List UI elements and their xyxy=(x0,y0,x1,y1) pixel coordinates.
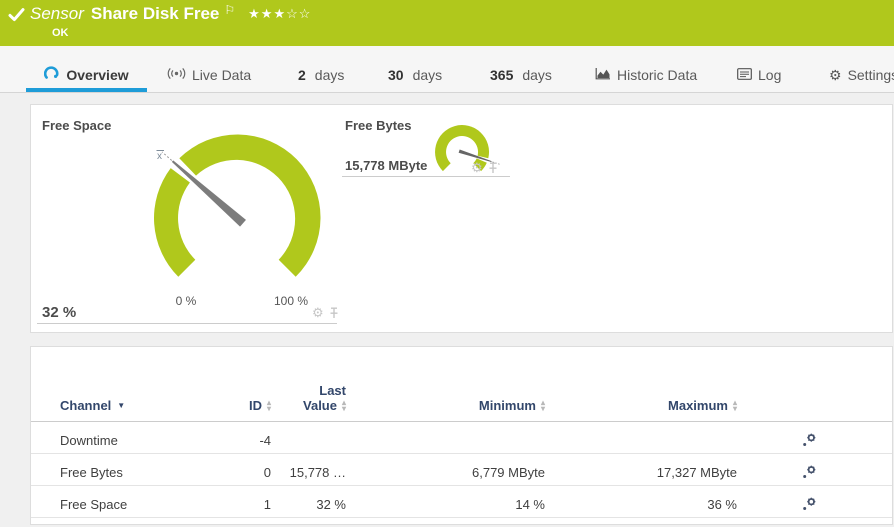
tab-live-data[interactable]: Live Data xyxy=(167,67,251,83)
channel-settings-icon[interactable] xyxy=(801,497,892,512)
priority-flag-icon[interactable]: ⚐ xyxy=(224,3,235,17)
channel-table-header: Channel ▼ ID▴▾ Last Value▴▾ Minimum▴▾ Ma… xyxy=(31,347,892,422)
sort-active-caret-icon: ▼ xyxy=(117,401,125,410)
sort-arrows-icon: ▴▾ xyxy=(342,400,346,412)
tile-gear-icon[interactable]: ⚙ xyxy=(312,306,324,319)
gauge-icon xyxy=(44,66,60,83)
tab-historic-data[interactable]: Historic Data xyxy=(595,67,697,83)
free-space-value: 32 % xyxy=(42,304,76,321)
channel-maximum: 36 % xyxy=(707,497,737,512)
column-header-minimum[interactable]: Minimum▴▾ xyxy=(479,398,545,413)
sort-arrows-icon: ▴▾ xyxy=(267,400,271,412)
channel-minimum: 14 % xyxy=(515,497,545,512)
column-header-id[interactable]: ID▴▾ xyxy=(249,398,271,413)
free-bytes-value: 15,778 MByte xyxy=(345,158,427,173)
channel-id: -4 xyxy=(259,433,271,448)
gauge-arc-segment xyxy=(179,134,320,276)
tab-historic-data-label: Historic Data xyxy=(617,67,697,83)
gauges-panel: Free Space x 0 % 100 % 32 % ⚙ Free Bytes… xyxy=(30,104,893,333)
stars-empty[interactable]: ☆☆ xyxy=(286,6,311,21)
tab-overview-label: Overview xyxy=(66,67,128,83)
object-type-label: Sensor xyxy=(30,4,84,24)
channel-last-value: 32 % xyxy=(316,497,346,512)
tab-365-days-number: 365 xyxy=(490,67,513,83)
channel-name: Downtime xyxy=(60,433,118,448)
tab-live-data-label: Live Data xyxy=(192,67,251,83)
live-broadcast-icon xyxy=(167,67,186,83)
stars-filled[interactable]: ★★★ xyxy=(248,6,286,21)
channel-last-value: 15,778 … xyxy=(290,465,346,480)
pin-icon[interactable] xyxy=(329,307,339,319)
channel-minimum: 6,779 MByte xyxy=(472,465,545,480)
sort-arrows-icon: ▴▾ xyxy=(541,400,545,412)
tab-log-label: Log xyxy=(758,67,781,83)
gauge-scale-min: 0 % xyxy=(156,294,216,308)
tab-365-days[interactable]: 365 days xyxy=(490,67,552,83)
area-chart-icon xyxy=(595,67,611,83)
tab-settings[interactable]: ⚙ Settings xyxy=(829,67,894,83)
channel-name: Free Space xyxy=(60,497,127,512)
tab-365-days-label: days xyxy=(522,67,552,83)
gear-icon: ⚙ xyxy=(829,68,842,82)
channel-name: Free Bytes xyxy=(60,465,123,480)
tab-30-days-number: 30 xyxy=(388,67,404,83)
tab-30-days[interactable]: 30 days xyxy=(388,67,442,83)
priority-stars[interactable]: ★★★☆☆ xyxy=(248,6,311,22)
column-header-last-value[interactable]: Last Value▴▾ xyxy=(303,383,346,413)
tab-2-days[interactable]: 2 days xyxy=(298,67,344,83)
channels-panel: Channel ▼ ID▴▾ Last Value▴▾ Minimum▴▾ Ma… xyxy=(30,346,893,525)
channel-settings-icon[interactable] xyxy=(801,433,892,448)
tab-2-days-number: 2 xyxy=(298,67,306,83)
table-row: Downtime -4 xyxy=(31,422,892,454)
tab-log[interactable]: Log xyxy=(737,67,781,83)
channel-id: 1 xyxy=(264,497,271,512)
free-space-gauge: x xyxy=(137,113,337,313)
channel-settings-icon[interactable] xyxy=(801,465,892,480)
status-check-icon xyxy=(8,7,25,28)
free-bytes-tile-title: Free Bytes xyxy=(345,118,411,133)
mean-marker-label: x xyxy=(157,151,162,162)
sensor-status-header: Sensor Share Disk Free ⚐ ★★★☆☆ OK xyxy=(0,0,894,46)
column-header-channel[interactable]: Channel ▼ xyxy=(60,398,125,413)
channel-id: 0 xyxy=(264,465,271,480)
column-header-maximum[interactable]: Maximum▴▾ xyxy=(668,398,737,413)
pin-icon[interactable] xyxy=(488,162,498,174)
table-row: Free Bytes 0 15,778 … 6,779 MByte 17,327… xyxy=(31,454,892,486)
sensor-title: Share Disk Free xyxy=(91,4,220,24)
sort-arrows-icon: ▴▾ xyxy=(733,400,737,412)
tab-30-days-label: days xyxy=(413,67,443,83)
channel-maximum: 17,327 MByte xyxy=(657,465,737,480)
active-tab-underline xyxy=(26,88,147,92)
tile-gear-icon[interactable]: ⚙ xyxy=(471,161,483,174)
free-space-tile-title: Free Space xyxy=(42,118,111,133)
tab-2-days-label: days xyxy=(315,67,345,83)
log-list-icon xyxy=(737,67,752,83)
tab-overview[interactable]: Overview xyxy=(26,66,147,83)
tile-divider xyxy=(37,323,337,324)
sensor-status-badge: OK xyxy=(52,27,69,39)
tile-divider xyxy=(342,176,510,177)
tab-bar: Overview Live Data 2 days 30 days 365 da… xyxy=(0,46,894,93)
gauge-arc-segment xyxy=(154,168,195,277)
tab-settings-label: Settings xyxy=(848,67,894,83)
table-row: Free Space 1 32 % 14 % 36 % xyxy=(31,486,892,518)
